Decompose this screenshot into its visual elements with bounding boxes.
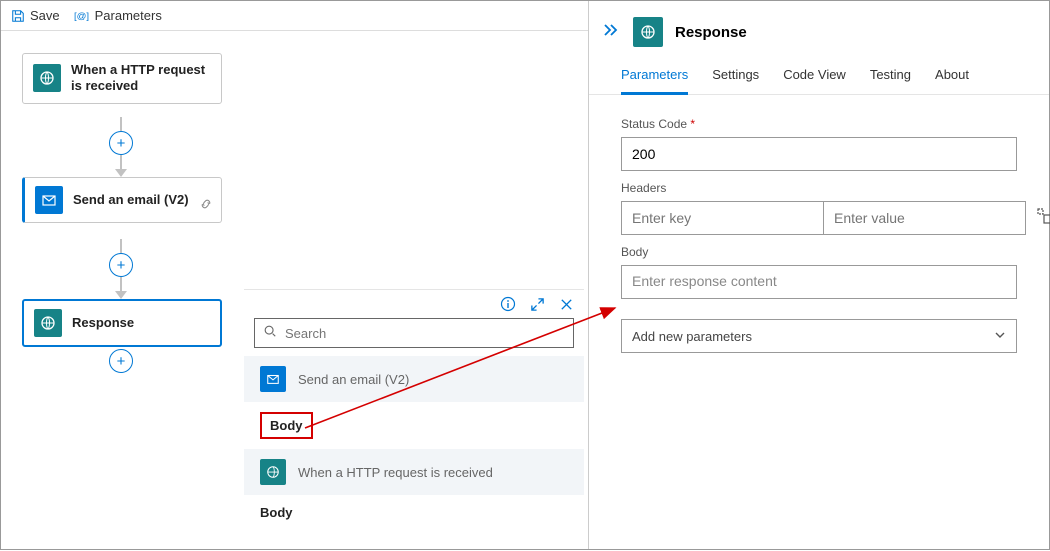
popup-item-http[interactable]: When a HTTP request is received xyxy=(244,449,584,495)
header-value-input[interactable] xyxy=(824,202,1025,234)
popup-body-option-2[interactable]: Body xyxy=(244,495,584,530)
node-title: When a HTTP request is received xyxy=(71,62,211,95)
body-label: Body xyxy=(621,245,1017,259)
node-title: Send an email (V2) xyxy=(73,192,189,208)
expand-icon[interactable] xyxy=(530,296,545,312)
save-label: Save xyxy=(30,8,60,23)
header-key-input[interactable] xyxy=(622,202,824,234)
node-response[interactable]: Response xyxy=(22,299,222,347)
http-icon xyxy=(33,64,61,92)
headers-label: Headers xyxy=(621,181,1017,195)
dynamic-content-popup: Send an email (V2) Body When a HTTP requ… xyxy=(244,289,584,530)
add-step-button[interactable]: + xyxy=(109,349,133,373)
chevron-down-icon xyxy=(994,329,1006,344)
add-step-button[interactable]: + xyxy=(109,253,133,277)
search-input-wrapper[interactable] xyxy=(254,318,574,348)
panel-title: Response xyxy=(675,24,747,41)
toggle-view-icon[interactable] xyxy=(1036,207,1050,230)
save-button[interactable]: Save xyxy=(11,8,60,23)
status-code-label: Status Code * xyxy=(621,117,1017,131)
add-parameters-dropdown[interactable]: Add new parameters xyxy=(621,319,1017,353)
collapse-panel-icon[interactable] xyxy=(603,23,621,42)
popup-item-label: Send an email (V2) xyxy=(298,372,409,387)
email-icon xyxy=(35,186,63,214)
popup-body-option[interactable]: Body xyxy=(244,402,584,449)
node-send-email[interactable]: Send an email (V2) xyxy=(22,177,222,223)
search-input[interactable] xyxy=(285,326,565,341)
svg-text:[@]: [@] xyxy=(74,11,89,22)
save-icon xyxy=(11,9,25,23)
tab-about[interactable]: About xyxy=(935,67,969,94)
status-code-input[interactable] xyxy=(621,137,1017,171)
email-icon xyxy=(260,366,286,392)
parameters-icon: [@] xyxy=(74,9,90,23)
response-icon xyxy=(34,309,62,337)
response-panel: Response Parameters Settings Code View T… xyxy=(588,1,1049,549)
tab-testing[interactable]: Testing xyxy=(870,67,911,94)
popup-item-label: When a HTTP request is received xyxy=(298,465,493,480)
info-icon[interactable] xyxy=(500,296,516,312)
parameters-button[interactable]: [@] Parameters xyxy=(74,8,162,23)
tab-settings[interactable]: Settings xyxy=(712,67,759,94)
http-icon xyxy=(260,459,286,485)
body-input[interactable]: Enter response content xyxy=(621,265,1017,299)
tab-parameters[interactable]: Parameters xyxy=(621,67,688,95)
popup-item-email[interactable]: Send an email (V2) xyxy=(244,356,584,402)
parameters-label: Parameters xyxy=(95,8,162,23)
dropdown-label: Add new parameters xyxy=(632,329,752,344)
node-title: Response xyxy=(72,315,134,331)
add-step-button[interactable]: + xyxy=(109,131,133,155)
connector-icon xyxy=(199,197,213,216)
search-icon xyxy=(263,324,277,343)
close-icon[interactable] xyxy=(559,296,574,312)
response-icon xyxy=(633,17,663,47)
node-http-request[interactable]: When a HTTP request is received xyxy=(22,53,222,104)
body-highlight: Body xyxy=(260,412,313,439)
tab-codeview[interactable]: Code View xyxy=(783,67,846,94)
